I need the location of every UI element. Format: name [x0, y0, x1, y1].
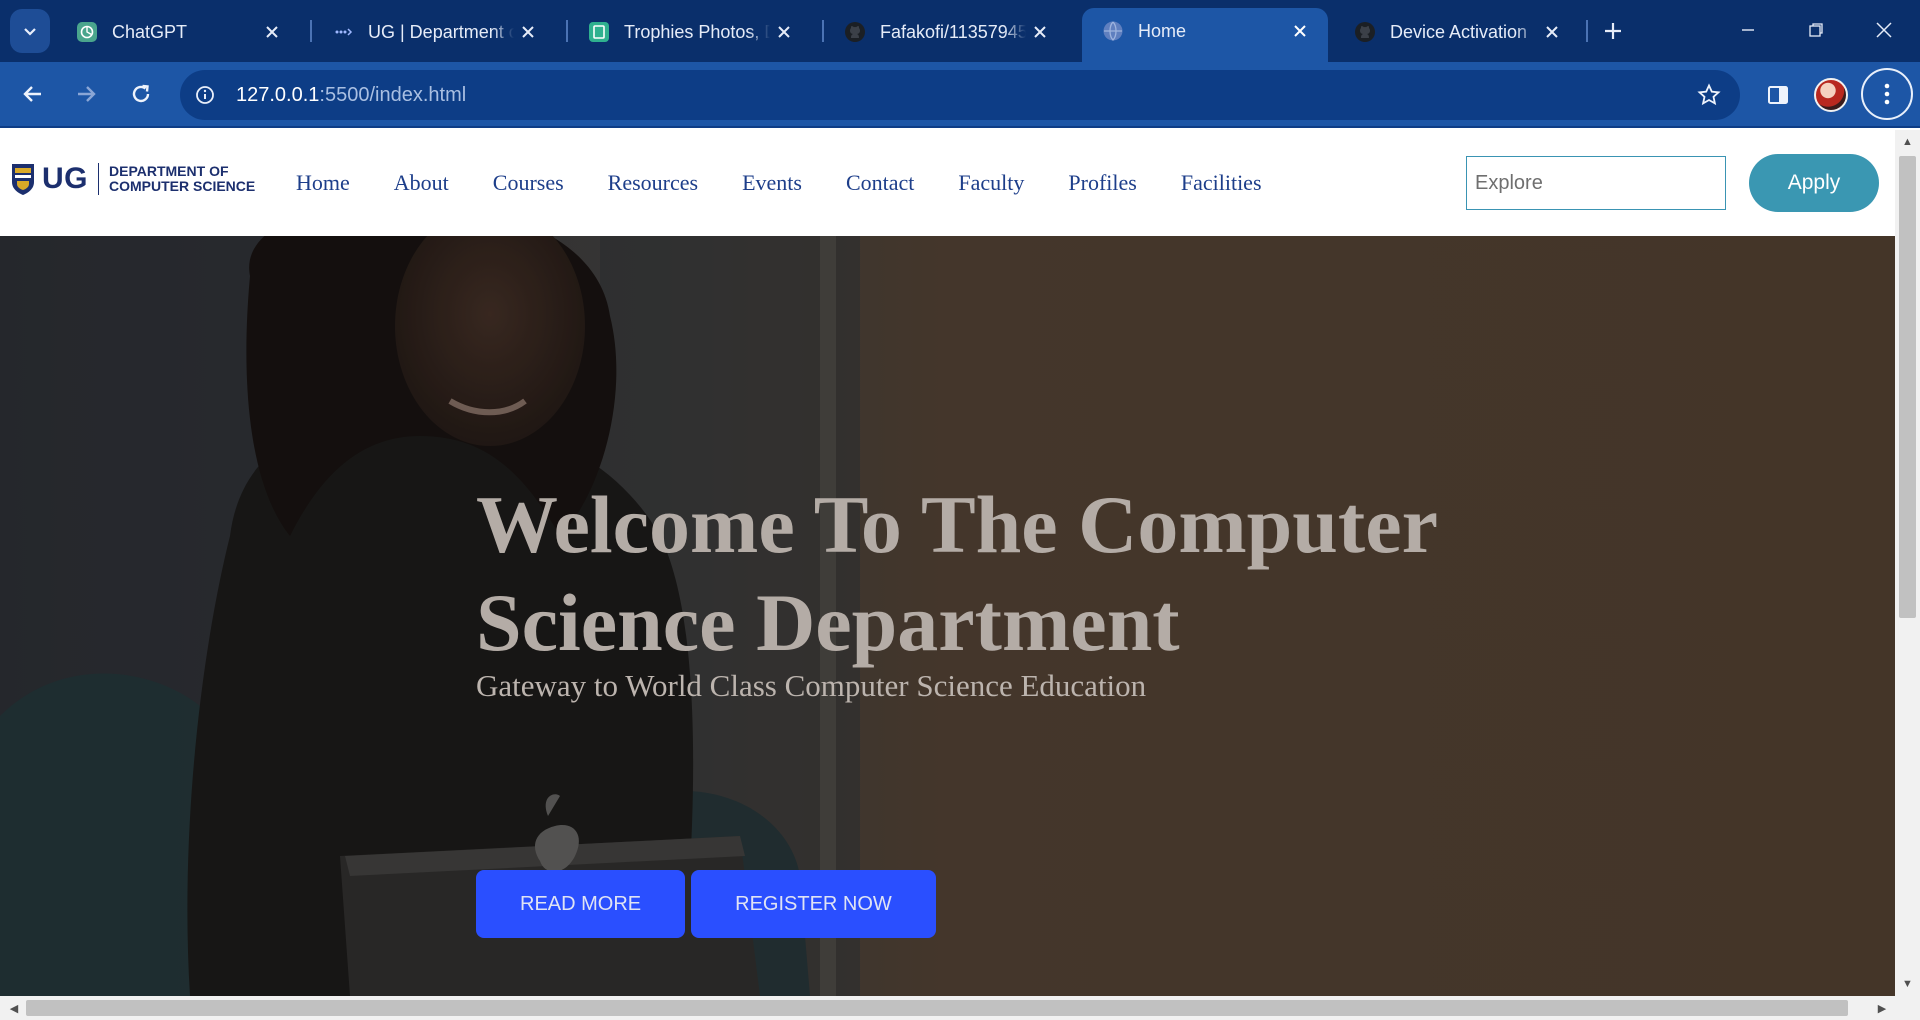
site-info-icon[interactable]: [190, 80, 220, 110]
tab-separator: [1586, 20, 1588, 42]
nav-profiles[interactable]: Profiles: [1068, 170, 1136, 196]
logo-divider: [98, 163, 99, 195]
tab-home[interactable]: Home: [1082, 8, 1328, 62]
plus-icon: [1605, 23, 1621, 39]
tab-title: Trophies Photos, D: [624, 21, 770, 42]
tab-trophies-photos[interactable]: Trophies Photos, D: [568, 9, 812, 55]
tab-search-button[interactable]: [10, 9, 50, 53]
close-tab-icon[interactable]: [514, 18, 542, 46]
minimize-icon: [1742, 29, 1754, 31]
read-more-button[interactable]: READ MORE: [476, 870, 686, 938]
arrow-right-icon: [78, 86, 96, 102]
address-bar[interactable]: 127.0.0.1:5500/index.html: [180, 70, 1740, 120]
hero-title: Welcome To The Computer Science Departme…: [476, 476, 1576, 672]
reload-icon: [132, 84, 150, 103]
browser-toolbar: 127.0.0.1:5500/index.html: [0, 62, 1920, 128]
logo-department-text: DEPARTMENT OF COMPUTER SCIENCE: [109, 164, 255, 194]
horizontal-scroll-thumb[interactable]: [26, 1000, 1848, 1016]
tab-title: UG | Department of: [368, 21, 514, 42]
register-now-button[interactable]: REGISTER NOW: [691, 870, 936, 938]
explore-search-input[interactable]: [1466, 156, 1726, 210]
hero-actions: READ MORE REGISTER NOW: [476, 870, 942, 938]
main-nav: Home About Courses Resources Events Cont…: [296, 130, 1306, 236]
site-logo[interactable]: UG DEPARTMENT OF COMPUTER SCIENCE: [10, 162, 255, 196]
close-window-button[interactable]: [1856, 10, 1912, 50]
ug-crest-icon: [12, 164, 34, 195]
close-tab-icon[interactable]: [770, 18, 798, 46]
nav-resources[interactable]: Resources: [608, 170, 698, 196]
tab-device-activation[interactable]: Device Activation: [1334, 9, 1580, 55]
logo-line-1: DEPARTMENT OF: [109, 163, 229, 179]
url-host: 127.0.0.1: [236, 83, 320, 106]
close-icon: [1876, 22, 1892, 38]
reload-button[interactable]: [121, 74, 161, 114]
back-button[interactable]: [13, 74, 53, 114]
close-tab-icon[interactable]: [258, 18, 286, 46]
forward-button[interactable]: [66, 74, 106, 114]
globe-icon: [1102, 20, 1124, 42]
github-icon: [844, 21, 866, 43]
chatgpt-icon: [76, 21, 98, 43]
logo-ug-text: UG: [42, 162, 88, 195]
close-tab-icon[interactable]: [1026, 18, 1054, 46]
profile-avatar[interactable]: [1814, 78, 1848, 112]
arrow-left-icon: [23, 86, 41, 102]
hero-text-block: Welcome To The Computer Science Departme…: [476, 476, 1576, 704]
logo-line-2: COMPUTER SCIENCE: [109, 178, 256, 194]
nav-events[interactable]: Events: [742, 170, 802, 196]
vertical-scroll-thumb[interactable]: [1899, 156, 1916, 618]
photo-site-icon: [588, 21, 610, 43]
tab-title: Fafakofi/11357945: [880, 21, 1026, 42]
tab-chatgpt[interactable]: ChatGPT: [56, 9, 300, 55]
scroll-left-icon[interactable]: ◀: [2, 996, 26, 1020]
page-viewport: UG DEPARTMENT OF COMPUTER SCIENCE Home A…: [0, 130, 1895, 996]
browser-tab-strip: ChatGPT UG | Department of Trophies Phot…: [0, 0, 1920, 62]
hero-title-line-1: Welcome To The Computer: [476, 479, 1438, 570]
bookmark-star-icon[interactable]: [1694, 80, 1724, 110]
nav-contact[interactable]: Contact: [846, 170, 914, 196]
hero-title-line-2: Science Department: [476, 577, 1180, 668]
site-dots-icon: [332, 21, 354, 43]
restore-icon: [1809, 23, 1823, 37]
new-tab-button[interactable]: [1596, 14, 1630, 48]
nav-facilities[interactable]: Facilities: [1181, 170, 1262, 196]
minimize-button[interactable]: [1720, 10, 1776, 50]
hero-subtitle: Gateway to World Class Computer Science …: [476, 668, 1147, 703]
browser-menu-button[interactable]: [1861, 68, 1913, 120]
tab-title: ChatGPT: [112, 21, 188, 42]
url-path: :5500/index.html: [319, 83, 467, 106]
tab-title: Device Activation: [1390, 21, 1528, 42]
nav-faculty[interactable]: Faculty: [958, 170, 1024, 196]
vertical-scrollbar[interactable]: ▲ ▼: [1895, 130, 1920, 996]
github-icon: [1354, 21, 1376, 43]
side-panel-icon: [1768, 86, 1788, 104]
nav-home[interactable]: Home: [296, 170, 350, 196]
chevron-down-icon: [24, 28, 36, 36]
more-vertical-icon: [1884, 83, 1890, 105]
url-text: 127.0.0.1:5500/index.html: [236, 84, 466, 107]
scroll-down-icon[interactable]: ▼: [1895, 974, 1920, 994]
close-tab-icon[interactable]: [1286, 17, 1314, 45]
nav-about[interactable]: About: [394, 170, 449, 196]
restore-button[interactable]: [1788, 10, 1844, 50]
hero-section: Welcome To The Computer Science Departme…: [0, 236, 1895, 996]
horizontal-scrollbar[interactable]: ◀ ▶: [0, 996, 1920, 1020]
tab-title: Home: [1138, 20, 1187, 41]
tab-github-fafakofi[interactable]: Fafakofi/11357945: [824, 9, 1068, 55]
site-header: UG DEPARTMENT OF COMPUTER SCIENCE Home A…: [0, 130, 1895, 236]
scroll-right-icon[interactable]: ▶: [1870, 996, 1894, 1020]
scroll-up-icon[interactable]: ▲: [1895, 132, 1920, 152]
apply-button[interactable]: Apply: [1749, 154, 1879, 212]
close-tab-icon[interactable]: [1538, 18, 1566, 46]
tab-ug-department[interactable]: UG | Department of: [312, 9, 556, 55]
nav-courses[interactable]: Courses: [493, 170, 564, 196]
side-panel-button[interactable]: [1758, 75, 1798, 115]
